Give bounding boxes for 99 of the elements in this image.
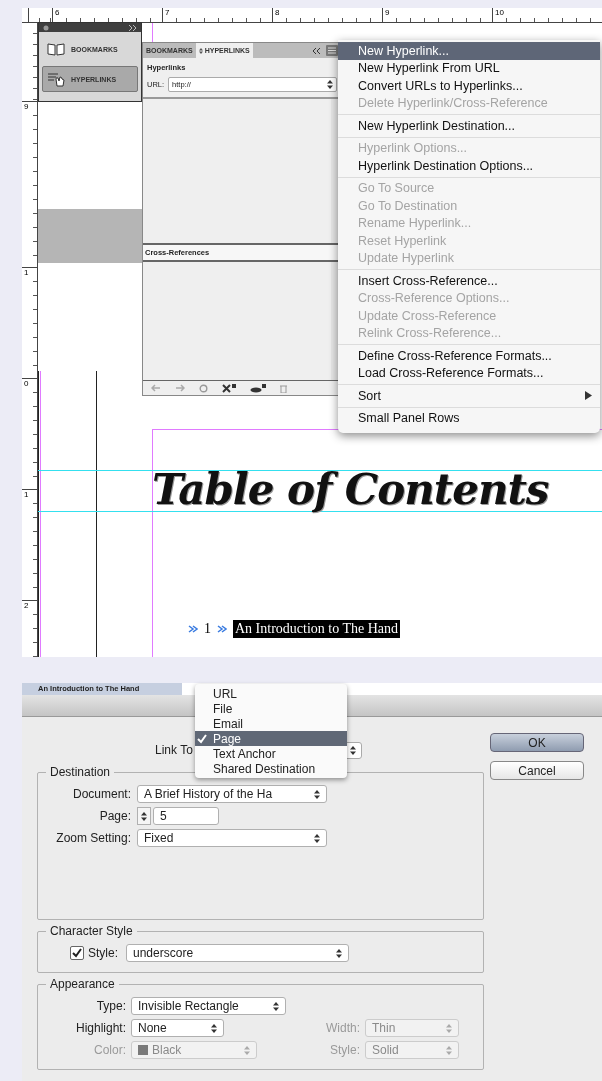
collapse-icon[interactable] [312, 47, 320, 54]
menu-item-label: New Hyperlink Destination... [358, 118, 515, 133]
group-title: Destination [49, 765, 112, 779]
field-label: Zoom Setting: [55, 831, 131, 845]
tab-marker-icon [188, 625, 198, 633]
ruler-number: 6 [55, 8, 60, 17]
menu-item[interactable]: Small Panel Rows [338, 409, 600, 427]
updown-arrows-icon [314, 833, 320, 843]
color-swatch [138, 1045, 148, 1055]
checkmark-icon [72, 948, 82, 958]
page-field[interactable]: 5 [153, 807, 219, 825]
document-title: Table of Contents [152, 465, 549, 514]
menu-item[interactable]: New Hyperlink... [338, 42, 600, 60]
ruler-number: 7 [165, 8, 170, 17]
field-label: Document: [71, 787, 131, 801]
connector-icon[interactable] [250, 383, 266, 393]
menu-item-label: Insert Cross-Reference... [358, 273, 498, 288]
menu-item-label: Load Cross-Reference Formats... [358, 366, 544, 381]
menu-item[interactable]: Text Anchor [195, 746, 347, 761]
ruler-number: 9 [385, 8, 390, 17]
menu-item-label: Define Cross-Reference Formats... [358, 348, 552, 363]
menu-item-label: New Hyperlink... [358, 43, 449, 58]
dialog-button[interactable]: Cancel [490, 761, 584, 780]
ruler-number: 1 [24, 490, 29, 499]
menu-item-label: New Hyperlink From URL [358, 61, 500, 76]
menu-item[interactable]: New Hyperlink From URL [338, 59, 600, 77]
menu-item[interactable]: File [195, 701, 347, 716]
ruler-number: 9 [24, 102, 29, 111]
menu-item[interactable]: Convert URLs to Hyperlinks... [338, 77, 600, 95]
updown-arrows-icon [314, 789, 320, 799]
menu-item[interactable]: Insert Cross-Reference... [338, 272, 600, 290]
menu-item[interactable]: Sort [338, 387, 600, 405]
tab-marker-icon [217, 625, 227, 633]
updown-arrows-icon [349, 745, 356, 755]
menu-item-label: Hyperlink Destination Options... [358, 158, 534, 173]
field-label: Color: [93, 1043, 126, 1057]
field-label: Width: [325, 1021, 360, 1035]
menu-item-label: Update Cross-Reference [358, 308, 497, 323]
updown-arrows-icon [273, 1001, 279, 1011]
collapse-icon[interactable] [129, 24, 137, 31]
field-label: Style: [329, 1043, 360, 1057]
ruler-number: 1 [24, 268, 29, 277]
field-label: Link To [155, 743, 193, 757]
close-icon[interactable] [43, 24, 49, 31]
menu-item-label: Cross-Reference Options... [358, 291, 510, 306]
menu-item-label: Convert URLs to Hyperlinks... [358, 78, 523, 93]
menu-item[interactable]: New Hyperlink Destination... [338, 117, 600, 135]
dropdown[interactable]: None [131, 1019, 224, 1037]
menu-item[interactable]: Load Cross-Reference Formats... [338, 364, 600, 382]
ruler-number: 0 [24, 379, 29, 388]
group-title: Appearance [49, 977, 116, 991]
menu-item-label: Sort [358, 388, 381, 403]
menu-icon [328, 47, 336, 54]
menu-item-label: Update Hyperlink [358, 251, 454, 266]
menu-item-label: Relink Cross-Reference... [358, 326, 502, 341]
updown-arrows-icon [336, 948, 342, 958]
hand-pointer-icon [47, 71, 65, 87]
menu-item[interactable]: Hyperlink Destination Options... [338, 157, 600, 175]
checkmark-icon [197, 733, 207, 744]
menu-item-label: Delete Hyperlink/Cross-Reference [358, 96, 548, 111]
updown-arrows-icon [141, 811, 147, 821]
updown-arrows-icon [446, 1023, 452, 1033]
field-label: Type: [95, 999, 126, 1013]
menu-item[interactable]: URL [195, 686, 347, 701]
menu-item[interactable]: Email [195, 716, 347, 731]
checkbox[interactable] [70, 946, 84, 960]
menu-item-label: Small Panel Rows [358, 411, 460, 426]
menu-item[interactable]: Define Cross-Reference Formats... [338, 347, 600, 365]
menu-item[interactable]: Shared Destination [195, 761, 347, 776]
field-label: Highlight: [74, 1021, 126, 1035]
menu-item[interactable]: Page [195, 731, 347, 746]
connector-icon[interactable] [222, 383, 236, 393]
dialog-button[interactable]: OK [490, 733, 584, 752]
field-label: Style: [88, 946, 118, 960]
updown-arrows-icon [198, 47, 203, 54]
dropdown[interactable]: Fixed [137, 829, 327, 847]
toc-number: 1 [204, 621, 211, 637]
menu-item-label: Rename Hyperlink... [358, 216, 472, 231]
book-icon [47, 42, 65, 56]
toc-entry: An Introduction to The Hand [233, 620, 401, 638]
dropdown[interactable]: A Brief History of the Ha [137, 785, 327, 803]
updown-arrows-icon [446, 1045, 452, 1055]
updown-arrows-icon [244, 1045, 250, 1055]
menu-item-label: Go To Destination [358, 198, 458, 213]
menu-item-label: Hyperlink Options... [358, 141, 468, 156]
panel-menu-button[interactable] [326, 45, 338, 56]
group-title: Character Style [49, 924, 134, 938]
ruler-number: 10 [495, 8, 504, 17]
menu-item-label: Go To Source [358, 181, 435, 196]
submenu-arrow-icon [585, 391, 592, 401]
updown-arrows-icon [327, 80, 333, 89]
ruler-number: 8 [275, 8, 280, 17]
stepper-button[interactable] [137, 807, 151, 825]
ruler-number: 2 [24, 601, 29, 610]
dropdown[interactable]: Invisible Rectangle [131, 997, 286, 1015]
field-label: Page: [98, 809, 131, 823]
dropdown[interactable]: underscore [126, 944, 349, 962]
menu-item-label: Reset Hyperlink [358, 233, 447, 248]
updown-arrows-icon [211, 1023, 217, 1033]
